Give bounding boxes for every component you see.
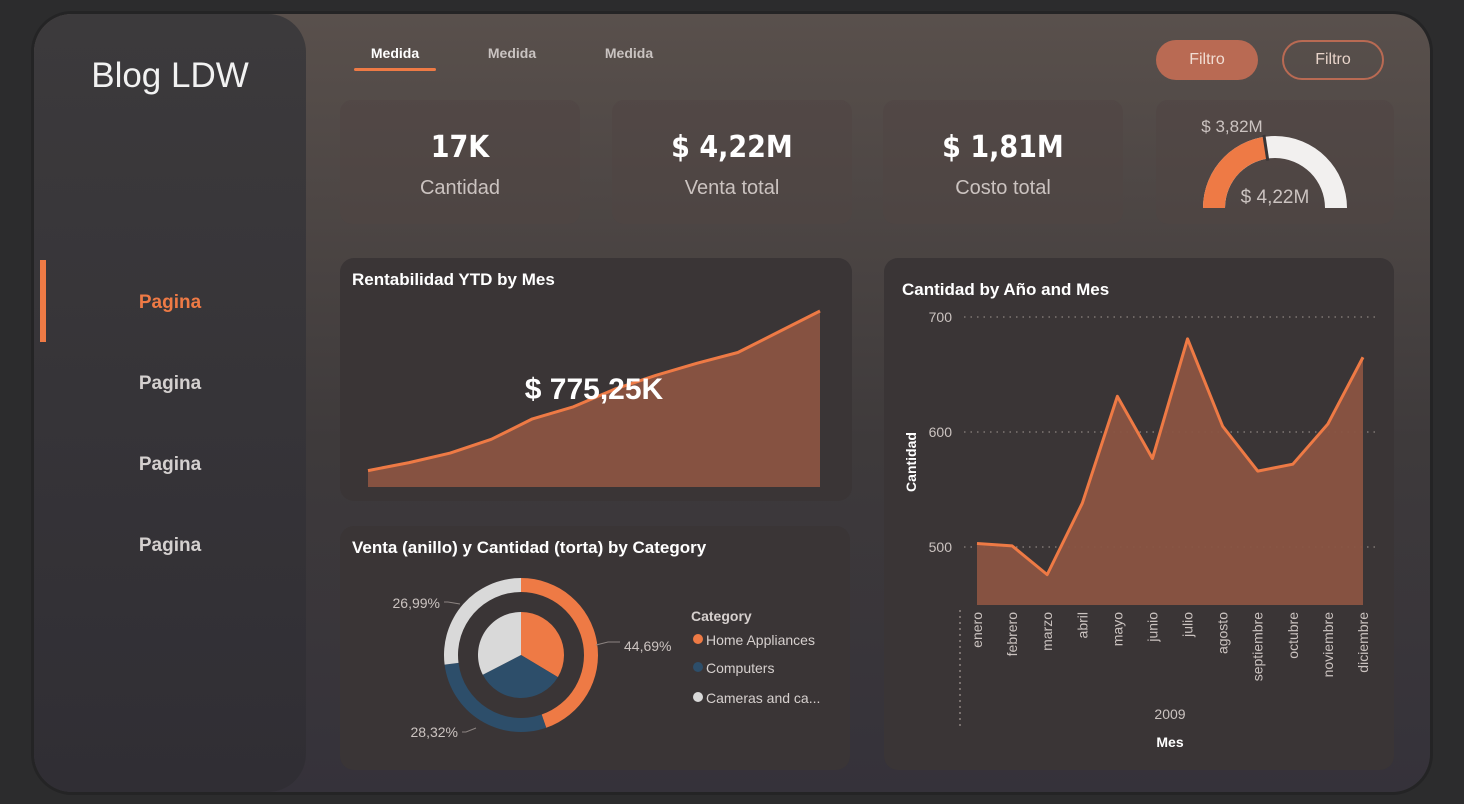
gauge-target-label: $ 3,82M — [1201, 117, 1262, 136]
x-tick-label: octubre — [1285, 612, 1301, 659]
y-tick-label: 500 — [929, 539, 953, 555]
sidebar-item-pagina-1[interactable]: Pagina — [34, 292, 306, 314]
leader-line — [444, 601, 461, 605]
category-donut-chart: 44,69% 28,32% 26,99% Category Home Appli… — [393, 578, 820, 740]
legend-swatch-cameras — [693, 692, 703, 702]
x-tick-label: enero — [969, 612, 985, 648]
kpi-value: 17K — [430, 130, 490, 165]
kpi-label: Costo total — [955, 177, 1051, 199]
x-tick-label: diciembre — [1355, 612, 1371, 673]
kpi-label: Venta total — [684, 177, 780, 199]
year-label: 2009 — [1154, 706, 1185, 722]
legend-swatch-home-appliances — [693, 634, 703, 644]
active-page-indicator — [40, 260, 46, 342]
ring-label-cameras: 26,99% — [393, 595, 440, 611]
kpi-label: Cantidad — [419, 177, 501, 199]
tab-medida-2[interactable]: Medida — [471, 45, 553, 61]
x-tick-label: septiembre — [1250, 612, 1266, 681]
legend-swatch-computers — [693, 662, 703, 672]
y-axis-title: Cantidad — [903, 432, 919, 492]
brand-title: Blog LDW — [91, 56, 249, 95]
gauge-value-label: $ 4,22M — [1241, 187, 1310, 208]
legend-label-home-appliances: Home Appliances — [706, 632, 815, 648]
y-tick-label: 700 — [929, 309, 953, 325]
x-tick-label: agosto — [1215, 612, 1231, 654]
kpi-card-venta-total: $ 4,22M Venta total — [612, 100, 852, 224]
x-tick-label: mayo — [1109, 612, 1125, 646]
sidebar-item-pagina-4[interactable]: Pagina — [34, 535, 306, 557]
cantidad-mes-chart: 500 600 700 enero febrero marzo abril mayo juni… — [903, 309, 1380, 750]
legend-label-cameras: Cameras and ca... — [706, 690, 820, 706]
kpi-card-cantidad: 17K Cantidad — [340, 100, 580, 224]
y-tick-label: 600 — [929, 424, 953, 440]
x-tick-label: febrero — [1004, 612, 1020, 657]
category-panel: Venta (anillo) y Cantidad (torta) by Cat… — [340, 526, 850, 770]
x-tick-label: julio — [1180, 612, 1196, 638]
kpi-value: $ 1,81M — [942, 130, 1064, 165]
ring-label-computers: 28,32% — [411, 724, 458, 740]
x-tick-label: marzo — [1039, 612, 1055, 651]
x-tick-label: junio — [1144, 612, 1160, 643]
gauge-chart: $ 3,82M $ 4,22M — [1201, 117, 1347, 208]
cantidad-mes-panel: Cantidad by Año and Mes 500 600 700 enero f… — [884, 258, 1394, 770]
ytd-callout-value: $ 775,25K — [525, 373, 664, 406]
sidebar-item-pagina-2[interactable]: Pagina — [34, 373, 306, 395]
kpi-card-costo-total: $ 1,81M Costo total — [883, 100, 1123, 224]
kpi-value: $ 4,22M — [671, 130, 793, 165]
sidebar-item-pagina-3[interactable]: Pagina — [34, 454, 306, 476]
x-tick-label: abril — [1074, 612, 1090, 638]
pie-segments — [478, 612, 564, 698]
sidebar: Blog LDW Pagina Pagina Pagina Pagina — [34, 14, 306, 792]
gauge-card: $ 3,82M $ 4,22M — [1156, 100, 1394, 224]
tab-medida-3[interactable]: Medida — [588, 45, 670, 61]
active-tab-underline — [354, 68, 436, 71]
filter-button-filled[interactable]: Filtro — [1156, 40, 1258, 80]
legend-title: Category — [691, 608, 752, 624]
legend-label-computers: Computers — [706, 660, 774, 676]
filter-button-outline[interactable]: Filtro — [1282, 40, 1384, 80]
rentabilidad-ytd-chart: $ 775,25K — [367, 309, 821, 487]
leader-line — [462, 727, 477, 733]
x-tick-labels: enero febrero marzo abril mayo junio julio agos… — [969, 612, 1371, 681]
x-axis-title: Mes — [1156, 734, 1183, 750]
leader-line — [595, 641, 620, 646]
rentabilidad-ytd-panel: Rentabilidad YTD by Mes $ 775,25K — [340, 258, 852, 501]
x-tick-label: noviembre — [1320, 612, 1336, 678]
ring-label-home-appliances: 44,69% — [624, 638, 671, 654]
tab-medida-1[interactable]: Medida — [354, 45, 436, 61]
